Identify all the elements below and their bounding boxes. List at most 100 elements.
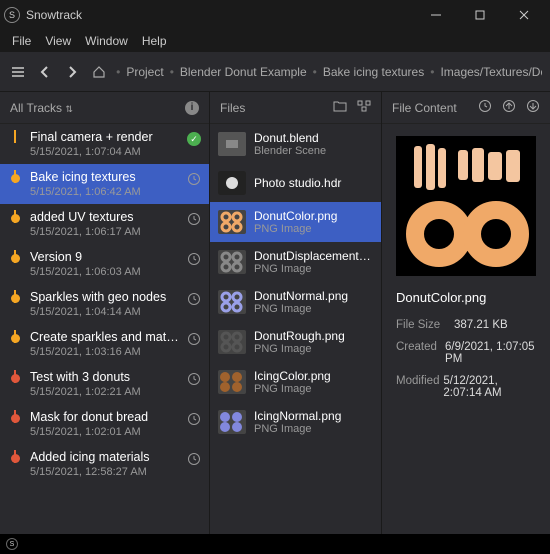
minimize-button[interactable] [414,0,458,30]
folder-icon[interactable] [333,100,347,115]
check-icon: ✓ [187,132,201,146]
file-type: PNG Image [254,263,373,275]
crumb[interactable]: Blender Donut Example [180,65,307,79]
track-date: 5/15/2021, 1:02:01 AM [30,426,179,438]
track-name: Sparkles with geo nodes [30,290,179,304]
meta-row: Created6/9/2021, 1:07:05 PM [394,341,538,365]
file-type: PNG Image [254,343,373,355]
menu-window[interactable]: Window [79,32,134,50]
track-item[interactable]: Added icing materials5/15/2021, 12:58:27… [0,444,209,484]
file-item[interactable]: IcingNormal.pngPNG Image [210,402,381,442]
content-header: File Content [392,101,457,115]
hamburger-icon[interactable] [8,61,27,83]
maximize-button[interactable] [458,0,502,30]
breadcrumb: •Project •Blender Donut Example •Bake ic… [116,65,542,79]
file-name: DonutNormal.png [254,289,373,303]
commit-dot-icon [11,214,20,223]
file-type: PNG Image [254,223,373,235]
track-item[interactable]: Final camera + render 5/15/2021, 1:07:04 … [0,124,209,164]
file-item[interactable]: DonutNormal.pngPNG Image [210,282,381,322]
commit-dot-icon [11,294,20,303]
menubar: File View Window Help [0,30,550,52]
track-date: 5/15/2021, 1:04:14 AM [30,306,179,318]
menu-file[interactable]: File [6,32,37,50]
app-logo-icon: S [4,7,20,23]
file-type: Blender Scene [254,145,373,157]
track-date: 5/15/2021, 1:07:04 AM [30,146,179,158]
track-name: Mask for donut bread [30,410,179,424]
preview-image [396,136,536,276]
commit-dot-icon [11,334,20,343]
file-item[interactable]: DonutColor.pngPNG Image [210,202,381,242]
file-name: Donut.blend [254,131,373,145]
status-logo-icon: S [6,538,18,550]
meta-row: File Size387.21 KB [394,319,538,331]
track-item[interactable]: Bake icing textures 5/15/2021, 1:06:42 AM [0,164,209,204]
meta-label: Created [396,341,445,365]
back-icon[interactable] [35,61,54,83]
meta-row: Modified5/12/2021, 2:07:14 AM [394,375,538,399]
file-item[interactable]: Donut.blendBlender Scene [210,124,381,164]
file-item[interactable]: DonutRough.pngPNG Image [210,322,381,362]
crumb[interactable]: Images/Textures/DonutColor.pn [440,65,542,79]
files-header: Files [220,101,245,115]
history-icon [187,372,201,386]
preview-filename: DonutColor.png [394,290,538,305]
crumb[interactable]: Bake icing textures [323,65,424,79]
tree-icon[interactable] [357,100,371,115]
home-icon[interactable] [89,61,108,83]
track-date: 5/15/2021, 1:03:16 AM [30,346,179,358]
file-type: PNG Image [254,383,373,395]
meta-value: 5/12/2021, 2:07:14 AM [443,375,538,399]
commit-dot-icon [11,374,20,383]
track-date: 5/15/2021, 1:02:21 AM [30,386,179,398]
file-name: Photo studio.hdr [254,176,373,190]
crumb[interactable]: Project [126,65,163,79]
file-item[interactable]: IcingColor.pngPNG Image [210,362,381,402]
track-item[interactable]: Create sparkles and materials 5/15/2021, … [0,324,209,364]
track-date: 5/15/2021, 1:06:42 AM [30,186,179,198]
download-icon[interactable] [526,99,540,116]
commit-dot-icon [11,414,20,423]
statusbar: S [0,534,550,554]
track-name: Test with 3 donuts [30,370,179,384]
file-item[interactable]: DonutDisplacement.pngPNG Image [210,242,381,282]
menu-view[interactable]: View [39,32,77,50]
meta-value: 387.21 KB [454,319,508,331]
track-name: Bake icing textures [30,170,179,184]
forward-icon[interactable] [62,61,81,83]
file-thumb-icon [218,210,246,234]
file-name: DonutDisplacement.png [254,249,373,263]
commit-dot-icon [11,134,20,143]
tracks-header[interactable]: All Tracks ⇅ [10,101,73,115]
file-thumb-icon [218,290,246,314]
file-name: IcingColor.png [254,369,373,383]
file-type: PNG Image [254,303,373,315]
info-icon[interactable]: i [185,101,199,115]
history-icon [187,452,201,466]
track-date: 5/15/2021, 1:06:17 AM [30,226,179,238]
close-button[interactable] [502,0,546,30]
history-icon [187,252,201,266]
track-date: 5/15/2021, 1:06:03 AM [30,266,179,278]
track-item[interactable]: Mask for donut bread 5/15/2021, 1:02:01 A… [0,404,209,444]
file-item[interactable]: Photo studio.hdr [210,164,381,202]
file-name: IcingNormal.png [254,409,373,423]
track-item[interactable]: Test with 3 donuts 5/15/2021, 1:02:21 AM [0,364,209,404]
history-icon [187,332,201,346]
meta-value: 6/9/2021, 1:07:05 PM [445,341,538,365]
history-icon [187,212,201,226]
history-icon [187,292,201,306]
track-name: Create sparkles and materials [30,330,179,344]
commit-dot-icon [11,254,20,263]
track-item[interactable]: Sparkles with geo nodes 5/15/2021, 1:04:1… [0,284,209,324]
track-item[interactable]: Version 95/15/2021, 1:06:03 AM [0,244,209,284]
titlebar: S Snowtrack [0,0,550,30]
track-date: 5/15/2021, 12:58:27 AM [30,466,179,478]
upload-icon[interactable] [502,99,516,116]
track-name: Final camera + render [30,130,179,144]
track-item[interactable]: added UV textures5/15/2021, 1:06:17 AM [0,204,209,244]
file-name: DonutColor.png [254,209,373,223]
history-icon[interactable] [478,99,492,116]
menu-help[interactable]: Help [136,32,173,50]
